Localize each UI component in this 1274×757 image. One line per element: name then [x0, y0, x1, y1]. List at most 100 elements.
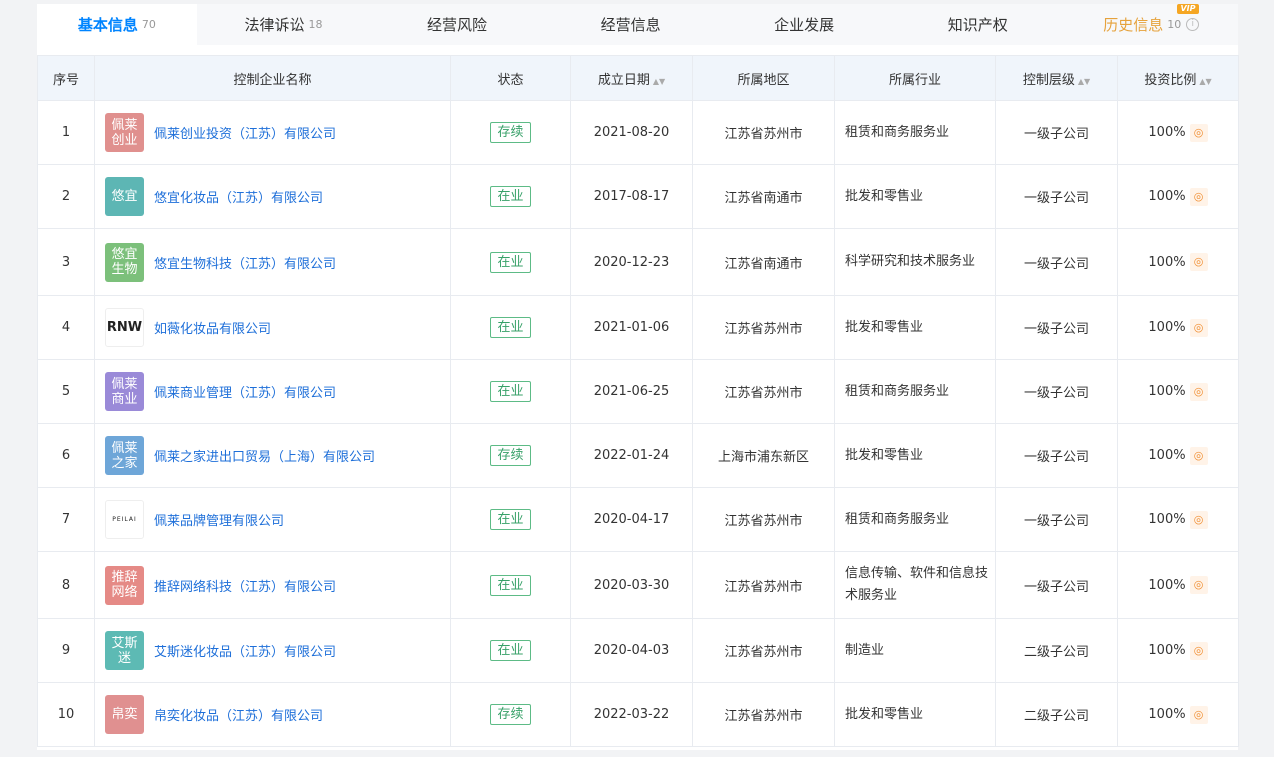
company-name-link[interactable]: 艾斯迷化妆品（江苏）有限公司: [154, 641, 336, 660]
equity-chart-icon[interactable]: ◎: [1189, 318, 1208, 337]
company-name-link[interactable]: 佩莱商业管理（江苏）有限公司: [154, 382, 336, 401]
cell-date: 2020-03-30: [570, 551, 693, 619]
company-logo: 艾斯迷: [105, 631, 144, 670]
tab-basic-info[interactable]: 基本信息 70: [37, 4, 197, 45]
cell-industry: 批发和零售业: [834, 682, 996, 747]
info-circle-icon[interactable]: i: [1186, 18, 1200, 31]
tab-label: 法律诉讼: [244, 16, 305, 34]
header-founded-date[interactable]: 成立日期 ▲▼: [570, 55, 693, 101]
tab-development[interactable]: 企业发展: [717, 4, 891, 45]
tab-history[interactable]: 历史信息 10 i VIP: [1064, 4, 1238, 45]
cell-industry: 租赁和商务服务业: [834, 487, 996, 552]
cell-region: 江苏省苏州市: [692, 359, 835, 424]
company-name-link[interactable]: 悠宜化妆品（江苏）有限公司: [154, 187, 323, 206]
company-name-link[interactable]: 佩莱之家进出口贸易（上海）有限公司: [154, 446, 375, 465]
cell-status: 在业: [450, 359, 571, 424]
company-name-link[interactable]: 推辞网络科技（江苏）有限公司: [154, 576, 336, 595]
cell-region: 江苏省苏州市: [692, 551, 835, 619]
table-header-row: 序号 控制企业名称 状态 成立日期 ▲▼ 所属地区 所属行业 控制层级 ▲▼ 投资比…: [37, 55, 1239, 101]
equity-chart-icon[interactable]: ◎: [1189, 123, 1208, 142]
cell-ratio: 100% ◎: [1117, 295, 1239, 360]
tab-bar: 基本信息 70 法律诉讼 18 经营风险 经营信息 企业发展 知识产权 历史信息 10…: [37, 4, 1238, 45]
company-name-link[interactable]: 如薇化妆品有限公司: [154, 318, 271, 337]
cell-index: 3: [37, 228, 95, 296]
company-name-link[interactable]: 佩莱品牌管理有限公司: [154, 510, 284, 529]
tab-count: 70: [141, 18, 156, 31]
tab-business[interactable]: 经营信息: [544, 4, 718, 45]
cell-region: 江苏省南通市: [692, 228, 835, 296]
cell-date: 2017-08-17: [570, 164, 693, 229]
table-row: 2 悠宜 悠宜化妆品（江苏）有限公司 在业 2017-08-17 江苏省南通市 批发和零售业…: [37, 164, 1239, 229]
header-investment-ratio[interactable]: 投资比例 ▲▼: [1117, 55, 1239, 101]
header-company-name: 控制企业名称: [94, 55, 451, 101]
company-logo: 佩莱商业: [105, 372, 144, 411]
equity-chart-icon[interactable]: ◎: [1189, 187, 1208, 206]
status-badge: 在业: [490, 186, 531, 207]
cell-level: 一级子公司: [995, 359, 1118, 424]
cell-ratio: 100% ◎: [1117, 618, 1239, 683]
cell-status: 存续: [450, 423, 571, 488]
equity-chart-icon[interactable]: ◎: [1189, 576, 1208, 594]
cell-ratio: 100% ◎: [1117, 682, 1239, 747]
header-status: 状态: [450, 55, 571, 101]
header-control-level[interactable]: 控制层级 ▲▼: [995, 55, 1118, 101]
tab-label: 企业发展: [774, 16, 835, 34]
sort-updown-icon[interactable]: ▲▼: [1078, 77, 1090, 86]
cell-status: 在业: [450, 551, 571, 619]
equity-chart-icon[interactable]: ◎: [1189, 446, 1208, 465]
cell-date: 2021-01-06: [570, 295, 693, 360]
company-name-link[interactable]: 悠宜生物科技（江苏）有限公司: [154, 253, 336, 272]
tab-count: 18: [308, 18, 323, 31]
header-region: 所属地区: [692, 55, 835, 101]
cell-date: 2020-12-23: [570, 228, 693, 296]
cell-region: 江苏省苏州市: [692, 100, 835, 165]
cell-index: 8: [37, 551, 95, 619]
controlled-companies-table: 序号 控制企业名称 状态 成立日期 ▲▼ 所属地区 所属行业 控制层级 ▲▼ 投资比…: [37, 55, 1239, 747]
equity-chart-icon[interactable]: ◎: [1189, 510, 1208, 529]
cell-industry: 信息传输、软件和信息技术服务业: [834, 551, 996, 619]
header-index: 序号: [37, 55, 95, 101]
sort-updown-icon[interactable]: ▲▼: [1199, 77, 1211, 86]
table-row: 3 悠宜生物 悠宜生物科技（江苏）有限公司 在业 2020-12-23 江苏省南通市 科学研…: [37, 228, 1239, 296]
cell-index: 10: [37, 682, 95, 747]
tab-label: 基本信息: [77, 16, 138, 34]
cell-region: 江苏省苏州市: [692, 487, 835, 552]
cell-date: 2022-01-24: [570, 423, 693, 488]
cell-level: 二级子公司: [995, 682, 1118, 747]
company-name-link[interactable]: 帛奕化妆品（江苏）有限公司: [154, 705, 323, 724]
equity-chart-icon[interactable]: ◎: [1189, 382, 1208, 401]
company-logo: PEILAI: [105, 500, 144, 539]
table-row: 8 推辞网络 推辞网络科技（江苏）有限公司 在业 2020-03-30 江苏省苏州市 信息传…: [37, 551, 1239, 619]
equity-chart-icon[interactable]: ◎: [1189, 641, 1208, 660]
cell-level: 一级子公司: [995, 295, 1118, 360]
tab-ip[interactable]: 知识产权: [891, 4, 1065, 45]
equity-chart-icon[interactable]: ◎: [1189, 705, 1208, 724]
cell-status: 存续: [450, 100, 571, 165]
cell-level: 一级子公司: [995, 100, 1118, 165]
cell-index: 5: [37, 359, 95, 424]
company-name-link[interactable]: 佩莱创业投资（江苏）有限公司: [154, 123, 336, 142]
cell-company: PEILAI 佩莱品牌管理有限公司: [94, 487, 451, 552]
sort-updown-icon[interactable]: ▲▼: [653, 77, 665, 86]
cell-ratio: 100% ◎: [1117, 100, 1239, 165]
cell-company: 帛奕 帛奕化妆品（江苏）有限公司: [94, 682, 451, 747]
cell-industry: 科学研究和技术服务业: [834, 228, 996, 296]
cell-date: 2022-03-22: [570, 682, 693, 747]
cell-ratio: 100% ◎: [1117, 228, 1239, 296]
status-badge: 在业: [490, 251, 531, 273]
cell-status: 在业: [450, 618, 571, 683]
cell-ratio: 100% ◎: [1117, 359, 1239, 424]
equity-chart-icon[interactable]: ◎: [1189, 253, 1208, 271]
cell-date: 2020-04-17: [570, 487, 693, 552]
cell-industry: 制造业: [834, 618, 996, 683]
status-badge: 存续: [490, 122, 531, 143]
tab-risk[interactable]: 经营风险: [370, 4, 544, 45]
cell-index: 9: [37, 618, 95, 683]
table-row: 4 RNW 如薇化妆品有限公司 在业 2021-01-06 江苏省苏州市 批发和零售业 一级子…: [37, 295, 1239, 360]
cell-company: 佩莱创业 佩莱创业投资（江苏）有限公司: [94, 100, 451, 165]
content-panel: 序号 控制企业名称 状态 成立日期 ▲▼ 所属地区 所属行业 控制层级 ▲▼ 投资比…: [37, 45, 1239, 750]
cell-date: 2021-06-25: [570, 359, 693, 424]
cell-company: 佩莱之家 佩莱之家进出口贸易（上海）有限公司: [94, 423, 451, 488]
tab-legal[interactable]: 法律诉讼 18: [197, 4, 371, 45]
tab-label: 知识产权: [947, 16, 1008, 34]
